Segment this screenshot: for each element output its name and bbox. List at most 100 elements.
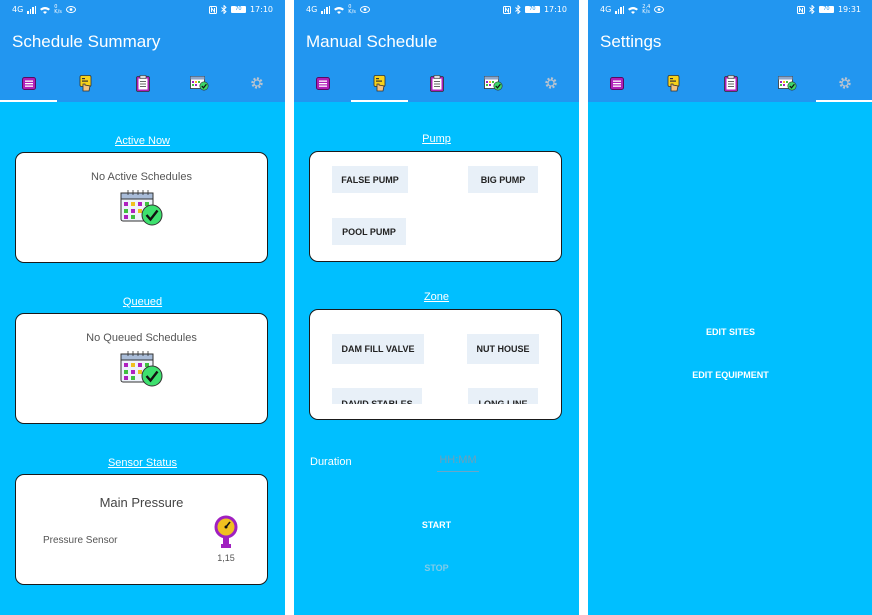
tab-manual[interactable]	[351, 64, 408, 102]
pump-title: Pump	[422, 133, 451, 145]
nfc-icon	[502, 5, 511, 14]
gear-icon	[838, 77, 851, 89]
queued-empty-text: No Queued Schedules	[86, 332, 197, 344]
zone-button[interactable]: DAVID STABLES	[332, 388, 422, 404]
status-bar: 4G 0 K/s 70 17:10	[0, 0, 285, 19]
schedule-summary-screen: 4G 0 K/s 70 17:10 Schedule Summary Activ…	[0, 0, 285, 615]
status-bar: 4G 2,4 K/s 70 19:31	[588, 0, 872, 19]
signal-icon	[615, 5, 625, 14]
app-bar: Schedule Summary	[0, 19, 285, 64]
network-label: 4G	[306, 5, 318, 14]
zone-button[interactable]: DAM FILL VALVE	[332, 334, 424, 364]
wifi-icon	[334, 6, 345, 14]
tab-settings[interactable]	[522, 64, 579, 102]
signal-icon	[27, 5, 37, 14]
tab-summary[interactable]	[0, 64, 57, 102]
bluetooth-icon	[809, 5, 815, 14]
clock: 19:31	[837, 5, 861, 14]
page-title: Settings	[600, 31, 662, 51]
queued-schedules-card: No Queued Schedules	[15, 313, 268, 424]
tab-settings[interactable]	[816, 64, 872, 102]
sensor-value: 1,15	[217, 553, 235, 563]
clock: 17:10	[543, 5, 567, 14]
duration-input[interactable]: HH:MM	[437, 454, 479, 472]
tab-summary[interactable]	[588, 64, 645, 102]
tab-clipboard[interactable]	[114, 64, 171, 102]
app-bar: Manual Schedule	[294, 19, 579, 64]
bluetooth-icon	[221, 5, 227, 14]
sensor-status-title: Sensor Status	[107, 457, 178, 469]
eye-icon	[654, 6, 665, 13]
settings-screen: 4G 2,4 K/s 70 19:31 Settings EDIT SITES …	[588, 0, 872, 615]
calendar-check-icon	[484, 76, 503, 91]
zone-button[interactable]: NUT HOUSE	[467, 334, 539, 364]
edit-equipment-button[interactable]: EDIT EQUIPMENT	[588, 370, 872, 380]
signal-icon	[321, 5, 331, 14]
pump-button[interactable]: BIG PUMP	[468, 166, 538, 193]
gear-icon	[250, 77, 263, 89]
data-speed: 0 K/s	[348, 3, 356, 15]
pump-card: FALSE PUMP BIG PUMP POOL PUMP	[309, 151, 562, 262]
zone-title: Zone	[423, 291, 450, 303]
list-icon	[315, 76, 330, 90]
tab-bar	[0, 64, 285, 102]
wifi-icon	[40, 6, 51, 14]
eye-icon	[359, 6, 370, 13]
calendar-check-icon	[778, 76, 797, 91]
data-speed: 2,4 K/s	[642, 3, 651, 15]
calendar-check-icon	[120, 351, 163, 387]
hand-schedule-icon	[667, 74, 680, 91]
active-schedules-card: No Active Schedules	[15, 152, 268, 263]
tab-summary[interactable]	[294, 64, 351, 102]
clipboard-icon	[135, 74, 150, 92]
network-label: 4G	[600, 5, 612, 14]
sensor-heading: Main Pressure	[99, 495, 184, 510]
battery-icon: 70	[230, 6, 246, 13]
manual-schedule-screen: 4G 0 K/s 70 17:10 Manual Schedule Pump F…	[294, 0, 579, 615]
eye-icon	[65, 6, 76, 13]
calendar-check-icon	[190, 76, 209, 91]
hand-schedule-icon	[79, 74, 92, 91]
tab-calendar[interactable]	[465, 64, 522, 102]
pump-button[interactable]: FALSE PUMP	[332, 166, 408, 193]
zone-scroll-area[interactable]: DAVID STABLES LONG LINE	[310, 386, 561, 404]
active-empty-text: No Active Schedules	[91, 171, 192, 183]
nfc-icon	[796, 5, 805, 14]
zone-button[interactable]: LONG LINE	[468, 388, 538, 404]
network-label: 4G	[12, 5, 24, 14]
pump-button[interactable]: POOL PUMP	[332, 218, 406, 245]
calendar-check-icon	[120, 190, 163, 226]
pressure-gauge-icon	[214, 515, 238, 548]
list-icon	[21, 76, 36, 90]
app-bar: Settings	[588, 19, 872, 64]
zone-card: DAM FILL VALVE NUT HOUSE DAVID STABLES L…	[309, 309, 562, 420]
sensor-label: Pressure Sensor	[43, 535, 118, 546]
page-title: Manual Schedule	[306, 31, 438, 51]
queued-title: Queued	[122, 296, 163, 308]
wifi-icon	[628, 6, 639, 14]
tab-clipboard[interactable]	[408, 64, 465, 102]
data-speed: 0 K/s	[54, 3, 62, 15]
tab-settings[interactable]	[228, 64, 285, 102]
tab-manual[interactable]	[645, 64, 702, 102]
tab-bar	[588, 64, 872, 102]
sensor-card: Main Pressure Pressure Sensor 1,15	[15, 474, 268, 585]
tab-bar	[294, 64, 579, 102]
hand-schedule-icon	[373, 74, 386, 91]
status-bar: 4G 0 K/s 70 17:10	[294, 0, 579, 19]
tab-calendar[interactable]	[171, 64, 228, 102]
bluetooth-icon	[515, 5, 521, 14]
clock: 17:10	[249, 5, 273, 14]
stop-button[interactable]: STOP	[294, 563, 579, 573]
active-now-title: Active Now	[114, 135, 171, 147]
battery-icon: 70	[524, 6, 540, 13]
gear-icon	[544, 77, 557, 89]
tab-manual[interactable]	[57, 64, 114, 102]
tab-calendar[interactable]	[759, 64, 816, 102]
tab-clipboard[interactable]	[702, 64, 759, 102]
battery-icon: 70	[818, 6, 834, 13]
start-button[interactable]: START	[294, 520, 579, 530]
edit-sites-button[interactable]: EDIT SITES	[588, 327, 872, 337]
clipboard-icon	[429, 74, 444, 92]
page-title: Schedule Summary	[12, 31, 161, 51]
